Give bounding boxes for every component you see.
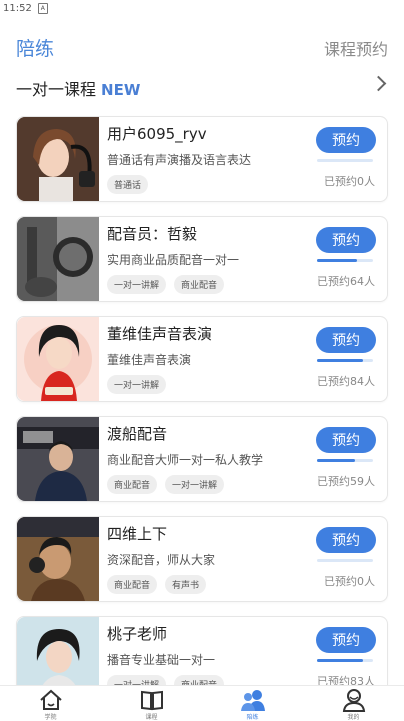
home-icon	[39, 689, 62, 710]
book-button[interactable]: 预约	[316, 627, 376, 653]
tag: 有声书	[165, 575, 207, 594]
status-time: 11:52	[3, 2, 32, 14]
tag: 一对一讲解	[165, 475, 225, 494]
booked-count: 已预约0人	[324, 575, 375, 588]
booking-progress-bar	[317, 559, 373, 562]
tag-list: 普通话	[107, 175, 149, 194]
course-title: 桃子老师	[107, 625, 168, 643]
course-title: 用户6095_ryv	[107, 125, 207, 143]
booking-progress-bar	[317, 359, 373, 362]
bottom-nav: 学院 课程 陪练 我的	[0, 685, 404, 721]
course-card[interactable]: 配音员：哲毅 实用商业品质配音一对一 一对一讲解 商业配音 预约 已预约64人	[16, 216, 388, 302]
tag: 商业配音	[107, 475, 158, 494]
book-button[interactable]: 预约	[316, 127, 376, 153]
course-title: 董维佳声音表演	[107, 325, 213, 343]
course-description: 商业配音大师一对一私人教学	[107, 453, 264, 467]
book-button[interactable]: 预约	[316, 427, 376, 453]
nav-item-academy[interactable]: 学院	[21, 686, 81, 721]
tag: 一对一讲解	[107, 275, 167, 294]
tag: 普通话	[107, 175, 149, 194]
new-badge: NEW	[101, 81, 141, 99]
progress-fill	[317, 359, 363, 362]
course-description: 普通话有声演播及语言表达	[107, 153, 252, 167]
booked-count: 已预约84人	[317, 375, 375, 388]
booking-progress-bar	[317, 159, 373, 162]
progress-fill	[317, 259, 358, 262]
nav-item-mine[interactable]: 我的	[324, 686, 384, 721]
tag-list: 一对一讲解 商业配音	[107, 275, 225, 294]
book-button[interactable]: 预约	[316, 327, 376, 353]
course-title: 配音员：哲毅	[107, 225, 198, 243]
section-header[interactable]: 一对一课程 NEW	[16, 75, 388, 100]
notification-icon: A	[37, 2, 48, 14]
tag-list: 商业配音 一对一讲解	[107, 475, 225, 494]
top-tabs: 陪练 课程预约	[16, 34, 388, 60]
booking-progress-bar	[317, 659, 373, 662]
book-icon	[140, 690, 163, 711]
course-description: 播音专业基础一对一	[107, 653, 216, 667]
course-card[interactable]: 用户6095_ryv 普通话有声演播及语言表达 普通话 预约 已预约0人	[16, 116, 388, 202]
person-icon	[342, 689, 365, 712]
booked-count: 已预约59人	[317, 475, 375, 488]
booked-count: 已预约64人	[317, 275, 375, 288]
book-button[interactable]: 预约	[316, 227, 376, 253]
teacher-photo	[17, 117, 99, 201]
course-card[interactable]: 四维上下 资深配音，师从大家 商业配音 有声书 预约 已预约0人	[16, 516, 388, 602]
chevron-right-icon[interactable]	[370, 75, 387, 92]
course-title: 四维上下	[107, 525, 168, 543]
nav-item-peilian[interactable]: 陪练	[223, 686, 283, 721]
teacher-photo	[17, 317, 99, 401]
course-title: 渡船配音	[107, 425, 168, 443]
course-card[interactable]: 渡船配音 商业配音大师一对一私人教学 商业配音 一对一讲解 预约 已预约59人	[16, 416, 388, 502]
tag-list: 商业配音 有声书	[107, 575, 207, 594]
book-button[interactable]: 预约	[316, 527, 376, 553]
teacher-photo	[17, 217, 99, 301]
tag-list: 一对一讲解	[107, 375, 167, 394]
tab-peilian[interactable]: 陪练	[16, 34, 54, 61]
teacher-photo	[17, 417, 99, 501]
course-card[interactable]: 董维佳声音表演 董维佳声音表演 一对一讲解 预约 已预约84人	[16, 316, 388, 402]
booking-progress-bar	[317, 259, 373, 262]
section-title: 一对一课程	[16, 80, 97, 99]
booked-count: 已预约0人	[324, 175, 375, 188]
tag: 商业配音	[107, 575, 158, 594]
booking-progress-bar	[317, 459, 373, 462]
tag: 商业配音	[174, 275, 225, 294]
tab-course-booking[interactable]: 课程预约	[324, 36, 388, 60]
teacher-photo	[17, 517, 99, 601]
nav-item-courses[interactable]: 课程	[122, 686, 182, 721]
course-description: 资深配音，师从大家	[107, 553, 216, 567]
course-description: 董维佳声音表演	[107, 353, 192, 367]
progress-fill	[317, 459, 356, 462]
course-description: 实用商业品质配音一对一	[107, 253, 240, 267]
status-bar: 11:52 A	[0, 0, 404, 16]
users-icon	[240, 690, 265, 711]
progress-fill	[317, 659, 363, 662]
tag: 一对一讲解	[107, 375, 167, 394]
